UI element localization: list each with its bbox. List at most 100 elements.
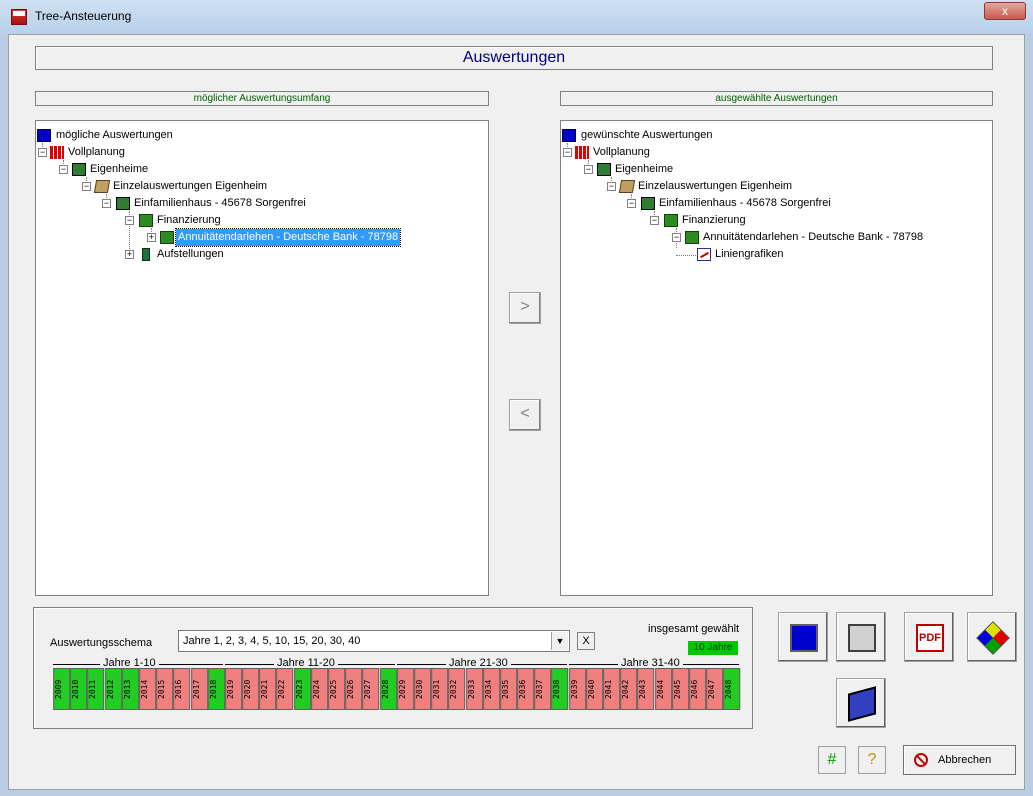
- year-toggle-2035[interactable]: 2035: [499, 668, 518, 710]
- year-toggle-2022[interactable]: 2022: [276, 668, 294, 710]
- close-button[interactable]: x: [984, 2, 1026, 20]
- remove-report-button[interactable]: <: [509, 399, 541, 431]
- printer-icon: [848, 624, 876, 652]
- clear-schema-button[interactable]: X: [577, 632, 595, 650]
- collapse-icon[interactable]: −: [125, 216, 134, 225]
- money-icon: [160, 231, 174, 244]
- tree-node-root[interactable]: mögliche Auswertungen: [36, 127, 336, 144]
- year-toggle-2029[interactable]: 2029: [396, 668, 414, 710]
- cancel-button[interactable]: Abbrechen: [903, 745, 1016, 775]
- tools-icon: [93, 180, 111, 193]
- window-title: Tree-Ansteuerung: [35, 9, 132, 23]
- grid-icon: [50, 146, 64, 159]
- year-toggle-2015[interactable]: 2015: [156, 668, 174, 710]
- collapse-icon[interactable]: −: [672, 233, 681, 242]
- save-button[interactable]: [836, 678, 886, 728]
- tree-node-root[interactable]: gewünschte Auswertungen: [561, 127, 861, 144]
- stop-icon: [914, 753, 928, 767]
- application-window: Tree-Ansteuerung x Auswertungen mögliche…: [0, 0, 1033, 796]
- grid-toggle-button[interactable]: #: [818, 746, 846, 774]
- right-panel-caption: ausgewählte Auswertungen: [560, 91, 993, 106]
- year-toggle-2021[interactable]: 2021: [259, 668, 277, 710]
- year-toggle-2047[interactable]: 2047: [706, 668, 724, 710]
- person-icon: [142, 248, 150, 261]
- chevron-down-icon[interactable]: ▼: [551, 632, 568, 650]
- screen-output-button[interactable]: [778, 612, 828, 662]
- year-toggle-2043[interactable]: 2043: [637, 668, 655, 710]
- year-toggle-2039[interactable]: 2039: [568, 668, 586, 710]
- year-toggle-2017[interactable]: 2017: [190, 668, 208, 710]
- tree-node-eigenheime[interactable]: − Eigenheime: [561, 161, 861, 178]
- year-toggle-2031[interactable]: 2031: [431, 668, 449, 710]
- collapse-icon[interactable]: −: [627, 199, 636, 208]
- tree-node-vollplanung[interactable]: − Vollplanung: [561, 144, 861, 161]
- expand-icon[interactable]: +: [147, 233, 156, 242]
- schema-dropdown[interactable]: Jahre 1, 2, 3, 4, 5, 10, 15, 20, 30, 40 …: [178, 630, 570, 652]
- year-toggle-2009[interactable]: 2009: [53, 668, 71, 710]
- year-toggle-2038[interactable]: 2038: [551, 668, 569, 710]
- year-toggle-2018[interactable]: 2018: [207, 668, 225, 710]
- tree-node-einfamilienhaus[interactable]: − Einfamilienhaus - 45678 Sorgenfrei: [36, 195, 356, 212]
- year-toggle-2020[interactable]: 2020: [242, 668, 260, 710]
- year-toggle-2027[interactable]: 2027: [362, 668, 380, 710]
- year-toggle-2028[interactable]: 2028: [379, 668, 397, 710]
- house-icon: [116, 197, 130, 210]
- year-toggle-2048[interactable]: 2048: [723, 668, 741, 710]
- year-toggle-2010[interactable]: 2010: [70, 668, 88, 710]
- year-toggle-2012[interactable]: 2012: [104, 668, 122, 710]
- year-toggle-2045[interactable]: 2045: [671, 668, 689, 710]
- year-toggle-2025[interactable]: 2025: [328, 668, 346, 710]
- year-toggle-2026[interactable]: 2026: [345, 668, 363, 710]
- pdf-icon: PDF: [916, 624, 944, 652]
- collapse-icon[interactable]: −: [59, 165, 68, 174]
- tree-node-eigenheime[interactable]: − Eigenheime: [36, 161, 336, 178]
- collapse-icon[interactable]: −: [38, 148, 47, 157]
- collapse-icon[interactable]: −: [650, 216, 659, 225]
- tree-node-vollplanung[interactable]: − Vollplanung: [36, 144, 336, 161]
- available-reports-tree[interactable]: mögliche Auswertungen − Vollplanung − Ei…: [35, 120, 489, 596]
- year-toggle-2011[interactable]: 2011: [87, 668, 105, 710]
- year-toggle-2041[interactable]: 2041: [603, 668, 621, 710]
- year-toggle-2037[interactable]: 2037: [534, 668, 552, 710]
- tree-node-einfamilienhaus[interactable]: − Einfamilienhaus - 45678 Sorgenfrei: [561, 195, 881, 212]
- year-toggle-2016[interactable]: 2016: [173, 668, 191, 710]
- print-button[interactable]: [836, 612, 886, 662]
- year-toggle-2019[interactable]: 2019: [224, 668, 243, 710]
- tree-node-liniengrafiken[interactable]: Liniengrafiken: [561, 246, 861, 263]
- help-button[interactable]: ?: [858, 746, 886, 774]
- collapse-icon[interactable]: −: [607, 182, 616, 191]
- tree-node-einzelauswertungen[interactable]: − Einzelauswertungen Eigenheim: [561, 178, 861, 195]
- tree-node-annuitaetendarlehen[interactable]: + Annuitätendarlehen - Deutsche Bank - 7…: [36, 228, 476, 247]
- year-toggle-2034[interactable]: 2034: [482, 668, 500, 710]
- year-toggle-2023[interactable]: 2023: [293, 668, 311, 710]
- year-toggle-2042[interactable]: 2042: [620, 668, 638, 710]
- collapse-icon[interactable]: −: [563, 148, 572, 157]
- monitor-icon: [790, 624, 818, 652]
- schema-label: Auswertungsschema: [50, 637, 153, 649]
- total-selected-value: 10 Jahre: [688, 641, 738, 655]
- pdf-export-button[interactable]: PDF: [904, 612, 954, 662]
- collapse-icon[interactable]: −: [584, 165, 593, 174]
- title-bar[interactable]: Tree-Ansteuerung x: [0, 0, 1033, 34]
- tree-node-einzelauswertungen[interactable]: − Einzelauswertungen Eigenheim: [36, 178, 336, 195]
- collapse-icon[interactable]: −: [102, 199, 111, 208]
- year-toggle-2030[interactable]: 2030: [413, 668, 432, 710]
- tree-node-annuitaetendarlehen[interactable]: − Annuitätendarlehen - Deutsche Bank - 7…: [561, 229, 981, 246]
- year-toggle-2024[interactable]: 2024: [310, 668, 328, 710]
- selected-reports-tree[interactable]: gewünschte Auswertungen − Vollplanung − …: [560, 120, 993, 596]
- year-toggle-2033[interactable]: 2033: [465, 668, 483, 710]
- tree-node-aufstellungen[interactable]: + Aufstellungen: [36, 246, 336, 263]
- export-button[interactable]: [967, 612, 1017, 662]
- year-toggle-2036[interactable]: 2036: [517, 668, 535, 710]
- tree-node-finanzierung[interactable]: − Finanzierung: [36, 212, 336, 229]
- collapse-icon[interactable]: −: [82, 182, 91, 191]
- year-toggle-2032[interactable]: 2032: [448, 668, 466, 710]
- add-report-button[interactable]: >: [509, 292, 541, 324]
- year-toggle-2044[interactable]: 2044: [654, 668, 672, 710]
- year-toggle-2013[interactable]: 2013: [121, 668, 139, 710]
- expand-icon[interactable]: +: [125, 250, 134, 259]
- year-toggle-2046[interactable]: 2046: [688, 668, 707, 710]
- tree-node-finanzierung[interactable]: − Finanzierung: [561, 212, 861, 229]
- year-toggle-2040[interactable]: 2040: [585, 668, 603, 710]
- year-toggle-2014[interactable]: 2014: [138, 668, 157, 710]
